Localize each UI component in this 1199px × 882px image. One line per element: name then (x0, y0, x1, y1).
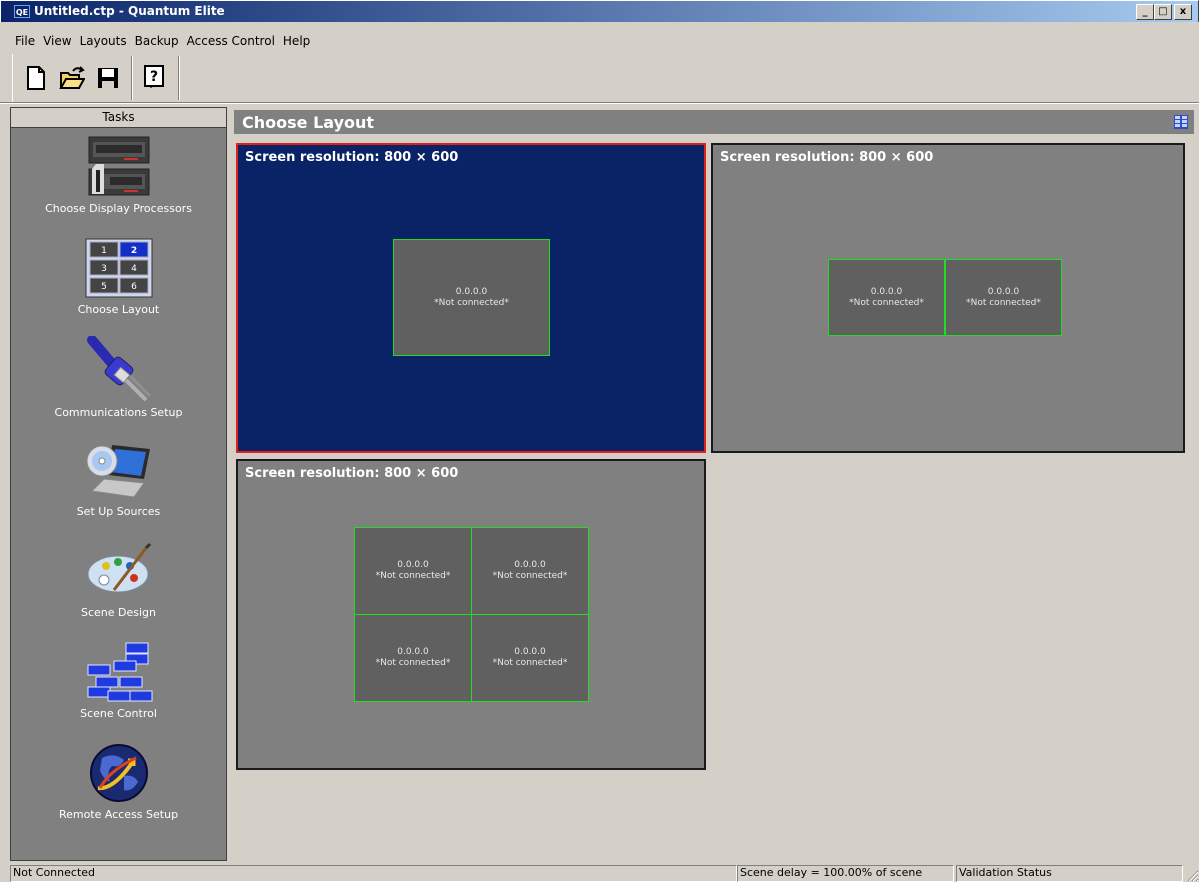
task-label: Choose Display Processors (45, 202, 192, 215)
toolbar-separator (0, 102, 1199, 104)
cell-ip: 0.0.0.0 (870, 286, 903, 297)
display-cell[interactable]: 0.0.0.0 *Not connected* (393, 239, 550, 356)
app-icon: QE (14, 5, 30, 18)
menu-bar: File View Layouts Backup Access Control … (0, 32, 1199, 52)
svg-text:1: 1 (101, 246, 107, 256)
new-document-icon[interactable] (23, 63, 49, 93)
toolbar-help-group: ? (132, 56, 179, 100)
cell-ip: 0.0.0.0 (455, 286, 488, 297)
display-cell[interactable]: 0.0.0.0 *Not connected* (354, 614, 472, 702)
task-communications-setup[interactable]: Communications Setup (11, 336, 226, 419)
screen-resolution-label: Screen resolution: 800 × 600 (245, 150, 459, 165)
window-title: Untitled.ctp - Quantum Elite (34, 4, 225, 18)
layout-view-icon[interactable] (1174, 115, 1188, 129)
cell-status: *Not connected* (375, 571, 451, 581)
display-cell[interactable]: 0.0.0.0 *Not connected* (354, 527, 472, 615)
maximize-button[interactable]: □ (1154, 4, 1172, 20)
toolbar-file-group (13, 56, 132, 100)
task-choose-display-processors[interactable]: Choose Display Processors (11, 136, 226, 215)
display-processors-icon (88, 136, 149, 196)
title-bar[interactable]: QE Untitled.ctp - Quantum Elite _ □ x (0, 0, 1199, 22)
display-cell[interactable]: 0.0.0.0 *Not connected* (471, 527, 589, 615)
cell-status: *Not connected* (434, 297, 509, 308)
svg-text:4: 4 (131, 264, 137, 274)
task-set-up-sources[interactable]: Set Up Sources (11, 439, 226, 518)
tasks-sidebar: Tasks Choose Display Processors 1 2 3 4 … (10, 107, 227, 861)
cell-status: *Not connected* (849, 297, 924, 308)
cell-ip: 0.0.0.0 (514, 560, 546, 570)
resize-grip-icon[interactable] (1185, 868, 1199, 882)
svg-text:2: 2 (130, 246, 136, 256)
open-folder-icon[interactable] (59, 63, 85, 93)
connector-cable-icon (86, 336, 151, 402)
task-label: Remote Access Setup (58, 808, 179, 821)
scene-delay-status: Scene delay = 100.00% of scene setting (737, 865, 954, 882)
tasks-header: Tasks (11, 108, 226, 128)
layout-grid-icon: 1 2 3 4 5 6 (85, 238, 152, 298)
screen-resolution-label: Screen resolution: 800 × 600 (245, 466, 459, 481)
help-icon[interactable]: ? (142, 63, 168, 93)
task-label: Choose Layout (77, 303, 160, 316)
menu-access-control[interactable]: Access Control (184, 32, 280, 52)
task-scene-control[interactable]: Scene Control (11, 641, 226, 720)
screen-resolution-label: Screen resolution: 800 × 600 (720, 150, 934, 165)
task-label: Communications Setup (54, 406, 183, 419)
menu-backup[interactable]: Backup (132, 32, 184, 52)
window-controls: _ □ x (1136, 4, 1192, 20)
globe-arrow-icon (89, 744, 148, 802)
cell-status: *Not connected* (966, 297, 1041, 308)
validation-status: Validation Status (956, 865, 1183, 882)
task-remote-access-setup[interactable]: Remote Access Setup (11, 742, 226, 821)
task-choose-layout[interactable]: 1 2 3 4 5 6 Choose Layout (11, 237, 226, 316)
toolbar: ? (12, 54, 179, 102)
svg-text:5: 5 (101, 282, 107, 292)
cell-status: *Not connected* (375, 658, 451, 668)
layout-option-dual[interactable]: Screen resolution: 800 × 600 0.0.0.0 *No… (711, 143, 1185, 453)
svg-text:?: ? (150, 69, 158, 85)
laptop-disc-icon (86, 445, 150, 498)
menu-view[interactable]: View (40, 32, 76, 52)
task-label: Set Up Sources (76, 505, 161, 518)
cell-ip: 0.0.0.0 (987, 286, 1020, 297)
cell-status: *Not connected* (492, 658, 568, 668)
close-button[interactable]: x (1174, 4, 1192, 20)
main-header: Choose Layout (234, 110, 1194, 134)
task-scene-design[interactable]: Scene Design (11, 540, 226, 619)
cell-ip: 0.0.0.0 (397, 647, 429, 657)
paint-palette-icon (87, 542, 151, 593)
main-content: Choose Layout Screen resolution: 800 × 6… (231, 107, 1196, 861)
minimize-button[interactable]: _ (1136, 4, 1154, 20)
cell-status: *Not connected* (492, 571, 568, 581)
cell-ip: 0.0.0.0 (514, 647, 546, 657)
display-cell[interactable]: 0.0.0.0 *Not connected* (945, 259, 1062, 336)
menu-layouts[interactable]: Layouts (77, 32, 132, 52)
menu-help[interactable]: Help (280, 32, 315, 52)
save-disk-icon[interactable] (95, 63, 121, 93)
connection-status: Not Connected (10, 865, 737, 882)
blue-blocks-icon (87, 642, 152, 702)
status-bar: Not Connected Scene delay = 100.00% of s… (0, 864, 1199, 882)
menu-file[interactable]: File (12, 32, 40, 52)
task-label: Scene Design (80, 606, 156, 619)
display-cell[interactable]: 0.0.0.0 *Not connected* (471, 614, 589, 702)
page-title: Choose Layout (242, 113, 375, 132)
layout-option-single[interactable]: Screen resolution: 800 × 600 0.0.0.0 *No… (236, 143, 706, 453)
layout-option-quad[interactable]: Screen resolution: 800 × 600 0.0.0.0 *No… (236, 459, 706, 770)
svg-text:3: 3 (101, 264, 107, 274)
task-label: Scene Control (80, 707, 157, 720)
cell-ip: 0.0.0.0 (397, 560, 429, 570)
svg-text:6: 6 (131, 282, 137, 292)
display-cell[interactable]: 0.0.0.0 *Not connected* (828, 259, 945, 336)
